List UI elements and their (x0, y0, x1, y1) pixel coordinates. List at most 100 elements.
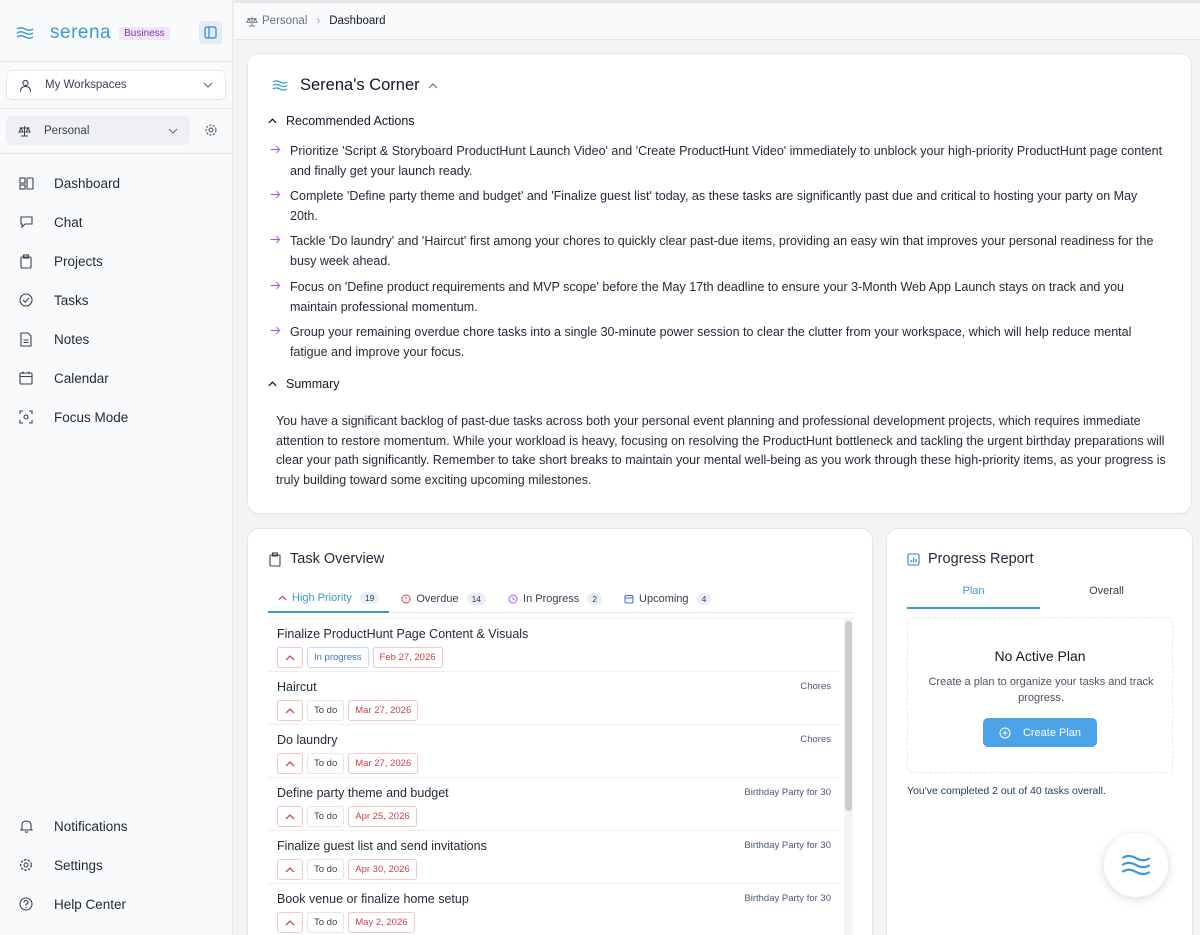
tasks-icon (18, 292, 34, 308)
nav-label: Help Center (54, 896, 127, 912)
nav-label: Notifications (54, 818, 128, 834)
due-date-badge[interactable]: Apr 30, 2026 (348, 859, 417, 880)
priority-button[interactable] (277, 806, 303, 827)
chart-icon (907, 552, 920, 566)
calendar-icon (18, 370, 34, 386)
status-badge[interactable]: To do (307, 859, 345, 880)
recommended-actions-heading: Recommended Actions (286, 114, 415, 128)
scrollbar-thumb[interactable] (845, 621, 852, 811)
task-overview-header: Task Overview (268, 551, 384, 567)
task-row[interactable]: Finalize guest list and send invitations… (268, 831, 840, 884)
chevron-up-icon (285, 760, 295, 766)
summary-toggle[interactable]: Summary (268, 377, 339, 391)
sidebar-toggle-icon (204, 26, 217, 39)
tab-count: 19 (359, 592, 380, 604)
due-date-badge[interactable]: Feb 27, 2026 (372, 647, 443, 668)
collapse-sidebar-button[interactable] (199, 21, 222, 44)
nav-chat[interactable]: Chat (0, 207, 233, 237)
task-project: Chores (800, 734, 831, 745)
chevron-down-icon (168, 128, 178, 134)
chevron-up-icon (428, 82, 438, 88)
due-date-badge[interactable]: Apr 25, 2026 (348, 806, 417, 827)
brand[interactable]: serena Business (16, 20, 170, 46)
nav-notes[interactable]: Notes (0, 324, 233, 354)
task-row[interactable]: Finalize ProductHunt Page Content & Visu… (268, 619, 840, 672)
recommended-action: Prioritize 'Script & Storyboard ProductH… (268, 142, 1168, 181)
task-row[interactable]: Do laundry Chores To do Mar 27, 2026 (268, 725, 840, 778)
recommended-action: Complete 'Define party theme and budget'… (268, 187, 1168, 226)
task-row[interactable]: Define party theme and budget Birthday P… (268, 778, 840, 831)
status-badge[interactable]: To do (307, 700, 345, 721)
tab-plan[interactable]: Plan (907, 585, 1040, 609)
help-icon (18, 896, 34, 912)
task-project: Chores (800, 681, 831, 692)
arrow-right-icon (270, 326, 281, 335)
chevron-right-icon: › (316, 15, 321, 27)
nav-tasks[interactable]: Tasks (0, 285, 233, 315)
nav-notifications[interactable]: Notifications (0, 811, 233, 841)
user-icon (19, 79, 32, 92)
recommended-actions-toggle[interactable]: Recommended Actions (268, 114, 415, 128)
action-text: Complete 'Define party theme and budget'… (290, 189, 1138, 223)
workspace-select[interactable]: My Workspaces (6, 70, 226, 100)
breadcrumb: Personal › Dashboard (234, 0, 1200, 40)
priority-button[interactable] (277, 912, 303, 933)
gear-icon (18, 857, 34, 873)
create-plan-button[interactable]: Create Plan (983, 718, 1097, 747)
chevron-up-icon (278, 595, 287, 601)
task-list-scrollbar[interactable] (844, 619, 853, 935)
task-row[interactable]: Book venue or finalize home setup Birthd… (268, 884, 840, 935)
nav-settings[interactable]: Settings (0, 850, 233, 880)
due-date-badge[interactable]: Mar 27, 2026 (348, 700, 419, 721)
nav-label: Notes (54, 331, 90, 347)
status-badge[interactable]: In progress (307, 647, 369, 668)
tab-high-priority[interactable]: High Priority 19 (268, 585, 390, 613)
nav-label: Chat (54, 214, 83, 230)
summary-heading: Summary (286, 377, 340, 391)
serenas-corner-card: Serena's Corner Recommended Actions Prio… (247, 53, 1192, 514)
tab-overdue[interactable]: Overdue 14 (391, 585, 496, 612)
assistant-button[interactable] (1104, 833, 1168, 897)
priority-button[interactable] (277, 753, 303, 774)
chevron-down-icon (203, 82, 213, 88)
priority-button[interactable] (277, 859, 303, 880)
due-date-badge[interactable]: Mar 27, 2026 (348, 753, 419, 774)
nav-label: Settings (54, 857, 103, 873)
priority-button[interactable] (277, 647, 303, 668)
tab-in-progress[interactable]: In Progress 2 (498, 585, 612, 612)
brand-name: serena (50, 22, 112, 43)
nav-dashboard[interactable]: Dashboard (0, 168, 233, 198)
alert-circle-icon (401, 594, 411, 603)
divider (0, 61, 233, 62)
completion-summary: You've completed 2 out of 40 tasks overa… (907, 785, 1106, 797)
space-settings-icon[interactable] (204, 123, 218, 137)
space-select[interactable]: Personal (6, 116, 190, 145)
plan-badge: Business (119, 26, 170, 40)
tab-label: Overdue (416, 592, 459, 605)
nav-focus-mode[interactable]: Focus Mode (0, 402, 233, 432)
breadcrumb-current: Dashboard (329, 15, 386, 27)
task-pills: To do Mar 27, 2026 (277, 700, 422, 721)
nav-projects[interactable]: Projects (0, 246, 233, 276)
priority-button[interactable] (277, 700, 303, 721)
breadcrumb-parent-label: Personal (262, 15, 308, 27)
task-pills: To do Mar 27, 2026 (277, 753, 422, 774)
task-row[interactable]: Haircut Chores To do Mar 27, 2026 (268, 672, 840, 725)
breadcrumb-parent[interactable]: Personal (246, 15, 307, 27)
due-date-badge[interactable]: May 2, 2026 (348, 912, 415, 933)
arrow-right-icon (270, 145, 281, 154)
status-badge[interactable]: To do (307, 806, 345, 827)
nav-label: Calendar (54, 370, 109, 386)
corner-header[interactable]: Serena's Corner (272, 76, 438, 95)
status-badge[interactable]: To do (307, 753, 345, 774)
recommended-action: Tackle 'Do laundry' and 'Haircut' first … (268, 232, 1168, 271)
status-badge[interactable]: To do (307, 912, 345, 933)
action-text: Group your remaining overdue chore tasks… (290, 325, 1132, 359)
nav-help-center[interactable]: Help Center (0, 889, 233, 919)
task-project: Birthday Party for 30 (744, 787, 831, 798)
recommended-action: Focus on 'Define product requirements an… (268, 278, 1168, 317)
tab-upcoming[interactable]: Upcoming 4 (614, 585, 721, 612)
nav-calendar[interactable]: Calendar (0, 363, 233, 393)
tab-overall[interactable]: Overall (1040, 585, 1173, 609)
clipboard-icon (269, 551, 281, 567)
